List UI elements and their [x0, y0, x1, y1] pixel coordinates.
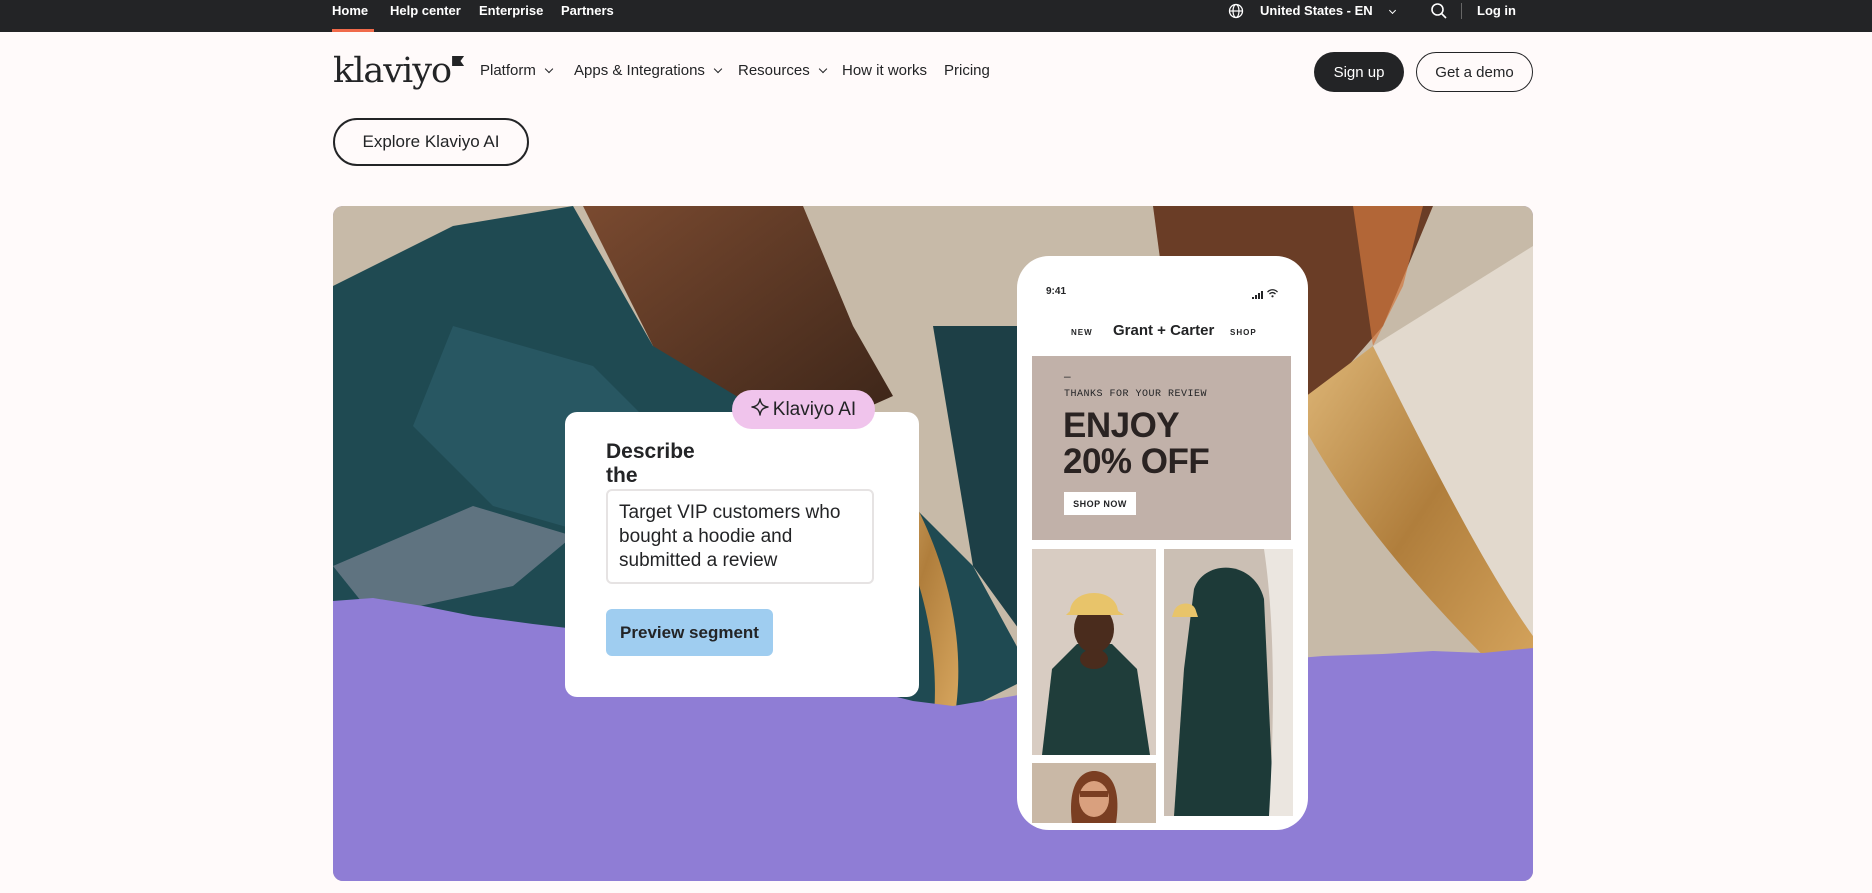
chevron-down-icon	[818, 64, 827, 73]
nav-resources[interactable]: Resources	[738, 62, 827, 79]
topbar-divider	[1461, 3, 1462, 19]
promo-shop-now-button[interactable]: SHOP NOW	[1064, 492, 1136, 515]
chevron-down-icon	[544, 64, 554, 73]
klaviyo-ai-pill: Klaviyo AI	[732, 390, 875, 429]
active-tab-underline	[332, 29, 374, 32]
segment-description-input[interactable]: Target VIP customers who bought a hoodie…	[606, 489, 874, 584]
signup-button[interactable]: Sign up	[1314, 52, 1404, 92]
nav-platform[interactable]: Platform	[480, 62, 554, 79]
login-link[interactable]: Log in	[1477, 3, 1516, 18]
phone-nav-new[interactable]: NEW	[1071, 328, 1093, 337]
product-photo-portrait	[1032, 763, 1156, 823]
topbar-link-partners[interactable]: Partners	[561, 3, 614, 18]
product-photo-hoodie-2	[1164, 549, 1293, 816]
preview-segment-button[interactable]: Preview segment	[606, 609, 773, 656]
nav-resources-label: Resources	[738, 62, 810, 79]
explore-klaviyo-ai-button[interactable]: Explore Klaviyo AI	[333, 118, 529, 166]
wifi-icon	[1267, 285, 1278, 303]
globe-icon[interactable]	[1228, 3, 1244, 24]
nav-platform-label: Platform	[480, 62, 536, 79]
logo-wordmark: klaviyo	[333, 51, 452, 91]
promo-dash: —	[1064, 372, 1071, 384]
logo-flag-icon	[452, 56, 465, 66]
nav-apps-label: Apps & Integrations	[574, 62, 705, 79]
phone-mockup: 9:41 NEW Grant + Carter SHOP — THANKS FO…	[1017, 256, 1308, 830]
nav-pricing[interactable]: Pricing	[944, 62, 990, 79]
nav-how-it-works-label: How it works	[842, 62, 928, 79]
nav-apps-integrations[interactable]: Apps & Integrations	[574, 62, 723, 79]
utility-bar: Home Help center Enterprise Partners Uni…	[0, 0, 1872, 32]
signal-icon	[1252, 286, 1264, 304]
chevron-down-icon[interactable]	[1388, 6, 1397, 15]
sparkle-icon	[751, 397, 769, 422]
search-icon[interactable]	[1430, 2, 1448, 25]
phone-nav-shop[interactable]: SHOP	[1230, 328, 1257, 337]
topbar-link-enterprise[interactable]: Enterprise	[479, 3, 543, 18]
promo-banner: — THANKS FOR YOUR REVIEW ENJOY 20% OFF S…	[1032, 356, 1291, 540]
promo-headline: ENJOY 20% OFF	[1063, 406, 1210, 481]
promo-headline-line1: ENJOY	[1063, 406, 1180, 445]
klaviyo-logo[interactable]: klaviyo	[333, 51, 465, 92]
phone-brand-name: Grant + Carter	[1113, 322, 1215, 339]
get-demo-button[interactable]: Get a demo	[1416, 52, 1533, 92]
topbar-link-help-center[interactable]: Help center	[390, 3, 461, 18]
product-photo-hoodie-1	[1032, 549, 1156, 755]
hero-banner: Klaviyo AI Describe the segment Target V…	[333, 206, 1533, 881]
region-selector[interactable]: United States - EN	[1260, 3, 1373, 18]
chevron-down-icon	[713, 64, 723, 73]
promo-headline-line2: 20% OFF	[1063, 442, 1210, 481]
nav-how-it-works[interactable]: How it works	[842, 62, 927, 79]
topbar-link-home[interactable]: Home	[332, 3, 368, 18]
hero-background-photo	[333, 206, 1533, 881]
klaviyo-ai-pill-label: Klaviyo AI	[772, 398, 857, 420]
promo-thanks-text: THANKS FOR YOUR REVIEW	[1064, 389, 1208, 400]
nav-pricing-label: Pricing	[944, 62, 990, 79]
phone-clock: 9:41	[1046, 286, 1067, 297]
